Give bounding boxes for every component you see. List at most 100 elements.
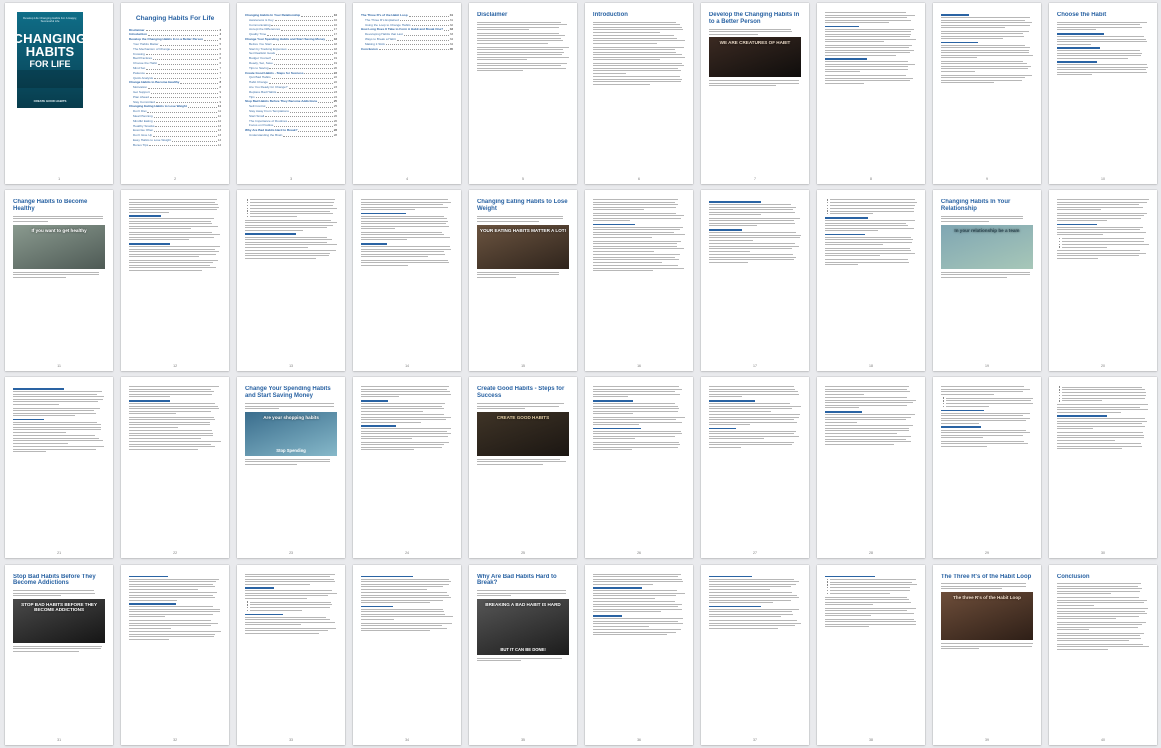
page-thumbnail-30[interactable]: 30 xyxy=(1048,377,1158,558)
bullet-dot xyxy=(1058,400,1061,402)
text-line xyxy=(940,276,1008,278)
page-thumbnail-40[interactable]: 40 Conclusion xyxy=(1048,564,1158,746)
page-thumbnail-20[interactable]: 20 xyxy=(1048,190,1158,371)
text-line xyxy=(360,410,424,412)
text-line xyxy=(360,201,452,203)
text-line xyxy=(824,17,907,18)
page-number: 4 xyxy=(406,176,409,181)
text-line xyxy=(128,204,219,206)
page-thumbnail-17[interactable]: 17 xyxy=(700,190,810,371)
page-thumbnail-29[interactable]: 29 xyxy=(932,377,1042,558)
toc-entry[interactable]: Understanding the Brain 28 xyxy=(245,133,337,138)
text-line xyxy=(824,612,914,614)
page-thumbnail-31[interactable]: 31 Stop Bad Habits Before They Become Add… xyxy=(5,564,114,746)
page-thumbnail-36[interactable]: 36 xyxy=(584,564,694,746)
text-line xyxy=(476,458,561,460)
page-thumbnail-4[interactable]: 4 The Three R's of the Habit Loop 31 The Th… xyxy=(352,3,462,184)
bullet-list xyxy=(941,397,1034,408)
page-thumbnail-28[interactable]: 28 xyxy=(816,377,926,558)
text-line xyxy=(13,592,95,594)
page-thumbnail-23[interactable]: 23 Change Your Spending Habits and Start … xyxy=(236,377,346,558)
section-heading: Create Good Habits - Steps for Success xyxy=(476,386,565,400)
bullet-item xyxy=(825,199,917,201)
page-thumbnail-33[interactable]: 33 xyxy=(236,564,346,746)
text-line xyxy=(824,414,915,416)
page-thumbnail-13[interactable]: 13 xyxy=(236,190,346,371)
text-line xyxy=(592,229,680,231)
text-line xyxy=(244,597,308,599)
page-thumbnail-3[interactable]: 3 Changing Habits In Your Relationship 16 A… xyxy=(236,3,346,184)
page-thumbnail-6[interactable]: 6 Introduction xyxy=(584,3,694,184)
page-thumbnail-24[interactable]: 24 xyxy=(352,377,462,558)
page-number: 13 xyxy=(289,363,294,368)
section-heading: Changing Habits In Your Relationship xyxy=(940,199,1011,213)
text-line xyxy=(830,204,916,206)
bullet-dot xyxy=(826,578,829,581)
text-paragraph xyxy=(1056,443,1149,450)
text-line xyxy=(708,424,751,426)
page-thumbnail-7[interactable]: 7 Develop the Changing Habits In to a Bet… xyxy=(700,3,810,184)
text-line xyxy=(1056,626,1139,628)
page-thumbnail-15[interactable]: 15 Changing Eating Habits to Lose Weight Y… xyxy=(468,190,578,371)
page-thumbnail-27[interactable]: 27 xyxy=(700,377,810,558)
page-body: Change Your Spending Habits and Start Sa… xyxy=(244,386,338,546)
page-thumbnail-11[interactable]: 11 Change Habits to Become Healthy If you … xyxy=(5,190,114,371)
toc-leader xyxy=(287,49,333,51)
page-thumbnail-25[interactable]: 25 Create Good Habits - Steps for Success… xyxy=(468,377,578,558)
page-thumbnail-10[interactable]: 10 Choose the Habit xyxy=(1048,3,1158,184)
text-paragraph xyxy=(13,645,105,652)
text-line xyxy=(708,232,797,234)
page-thumbnail-34[interactable]: 34 xyxy=(352,564,462,746)
page-number: 19 xyxy=(985,363,989,368)
bullet-list xyxy=(245,199,338,218)
subheading-line xyxy=(708,399,755,402)
text-line xyxy=(476,67,566,69)
text-line xyxy=(592,603,683,605)
page-thumbnail-8[interactable]: 8 xyxy=(816,3,926,184)
illustration-addictions: STOP BAD HABITS BEFORE THEY BECOME ADDIC… xyxy=(13,598,106,643)
text-line xyxy=(1056,610,1145,612)
subheading-line xyxy=(1056,223,1098,226)
page-thumbnail-2[interactable]: 2 Changing Habits For Life Disclaimer 3 Intr… xyxy=(120,3,230,184)
page-thumbnail-38[interactable]: 38 xyxy=(816,564,926,746)
text-line xyxy=(1056,52,1142,54)
toc-leader xyxy=(146,68,219,70)
page-thumbnail-22[interactable]: 22 xyxy=(120,377,230,558)
page-thumbnail-19[interactable]: 19 Changing Habits In Your Relationship In… xyxy=(932,190,1042,371)
text-line xyxy=(824,432,897,434)
page-thumbnail-35[interactable]: 35 Why Are Bad Habits Hard to Break? BREAK… xyxy=(468,564,578,746)
page-thumbnail-18[interactable]: 18 xyxy=(816,190,926,371)
text-line xyxy=(13,448,97,450)
page-thumbnail-9[interactable]: 9 xyxy=(932,3,1042,184)
text-paragraph xyxy=(592,441,685,451)
page-thumbnail-21[interactable]: 21 xyxy=(5,377,114,558)
toc-leader xyxy=(396,39,449,41)
page-thumbnail-32[interactable]: 32 xyxy=(120,564,230,746)
page-number: 40 xyxy=(1101,738,1105,743)
text-line xyxy=(360,449,415,451)
text-line xyxy=(360,206,448,208)
text-line xyxy=(830,589,910,591)
page-thumbnail-12[interactable]: 12 xyxy=(120,190,230,371)
text-line xyxy=(592,438,635,440)
page-thumbnail-5[interactable]: 5 Disclaimer xyxy=(468,3,578,184)
text-line xyxy=(940,218,1024,220)
page-thumbnail-39[interactable]: 39 The Three R's of the Habit Loop The thr… xyxy=(932,564,1042,746)
toc-entry[interactable]: Bonus Tips 14 xyxy=(129,143,221,148)
text-line xyxy=(1056,38,1147,40)
text-line xyxy=(250,607,330,609)
text-line xyxy=(592,256,676,258)
text-line xyxy=(708,602,773,604)
text-line xyxy=(824,607,917,609)
subheading-line xyxy=(128,603,176,605)
page-thumbnail-14[interactable]: 14 xyxy=(352,190,462,371)
toc-entry[interactable]: Conclusion 35 xyxy=(361,47,453,52)
text-paragraph xyxy=(13,435,105,444)
page-thumbnail-1[interactable]: 1 Develop Life Changing Habits For A Happ… xyxy=(5,3,114,184)
text-line xyxy=(360,430,447,432)
page-thumbnail-37[interactable]: 37 xyxy=(700,564,810,746)
page-body: Changing Eating Habits to Lose Weight YOU… xyxy=(476,199,570,359)
page-body xyxy=(592,573,685,734)
page-thumbnail-26[interactable]: 26 xyxy=(584,377,694,558)
page-thumbnail-16[interactable]: 16 xyxy=(584,190,694,371)
